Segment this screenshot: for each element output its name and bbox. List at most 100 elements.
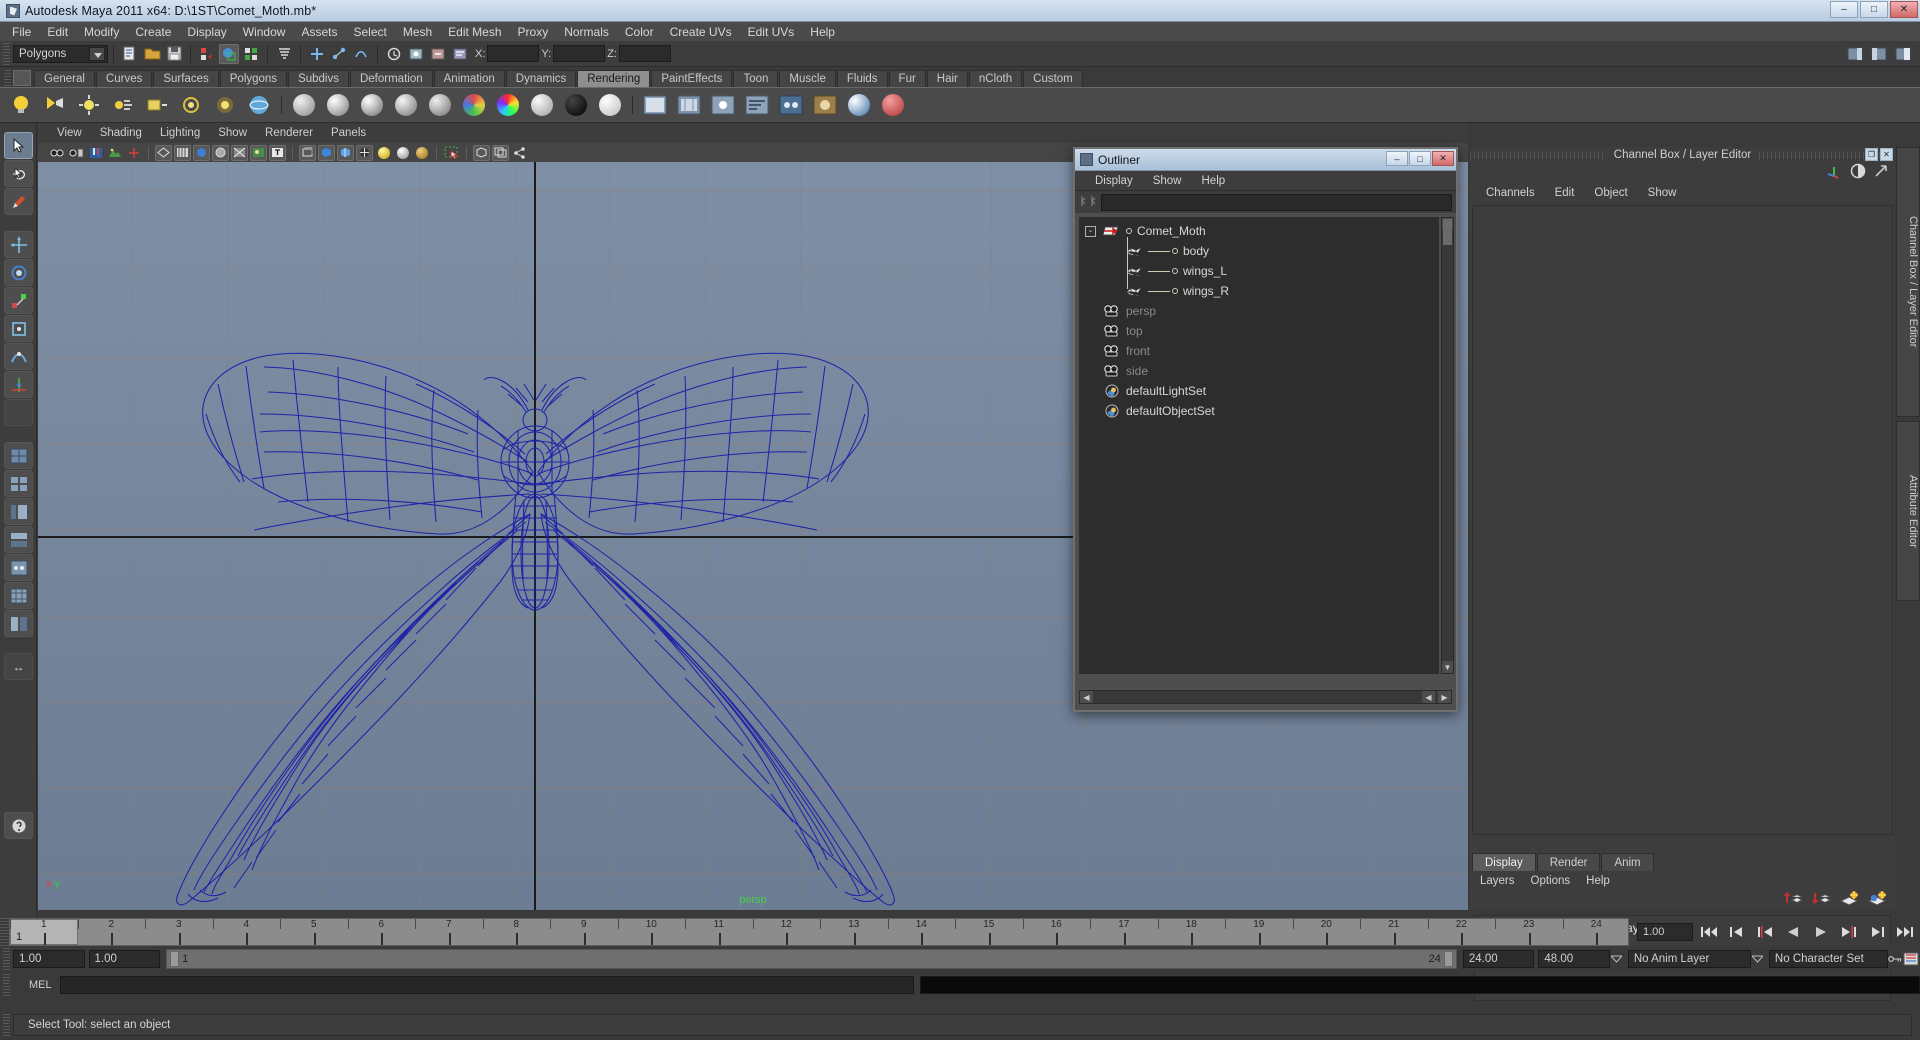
filter-icon[interactable] [1079, 194, 1101, 210]
surface-shader-icon[interactable] [527, 90, 557, 120]
outliner-window-controls[interactable]: – □ ✕ [1386, 151, 1454, 166]
range-left-handle[interactable] [170, 951, 180, 967]
channelbox-menu-object[interactable]: Object [1584, 187, 1637, 199]
expand-layout-button[interactable]: ↔ [4, 653, 33, 680]
area-light-icon[interactable] [142, 90, 172, 120]
current-time-field[interactable]: 1.00 [1637, 923, 1693, 941]
step-forward-keyframe-icon[interactable] [1865, 922, 1889, 942]
use-default-lighting-icon[interactable] [375, 145, 392, 161]
share-viewport-icon[interactable] [511, 145, 528, 161]
shelf-tab-bar[interactable]: General Curves Surfaces Polygons Subdivs Defo… [0, 67, 1920, 87]
menu-item-modify[interactable]: Modify [76, 24, 127, 40]
bookmark-icon[interactable] [87, 145, 104, 161]
viewport-menu-view[interactable]: View [48, 127, 91, 139]
new-scene-icon[interactable] [120, 44, 140, 64]
range-end-field[interactable]: 24.00 [1462, 950, 1535, 968]
rotate-tool-button[interactable] [4, 259, 33, 286]
outliner-item-side[interactable]: side [1079, 361, 1439, 381]
maximize-button[interactable]: □ [1860, 1, 1888, 18]
outliner-minimize-button[interactable]: – [1386, 151, 1408, 166]
lambert-material-icon[interactable] [289, 90, 319, 120]
shelf-tab-deformation[interactable]: Deformation [349, 70, 433, 87]
key-icon[interactable] [1888, 951, 1902, 967]
right-vertical-tabs[interactable]: Channel Box / Layer Editor Attribute Edi… [1896, 147, 1920, 627]
wireframe-shading-icon[interactable] [155, 144, 172, 161]
anim-layer-field[interactable]: No Anim Layer [1627, 950, 1752, 968]
layer-tab-display[interactable]: Display [1472, 853, 1536, 871]
step-back-keyframe-icon[interactable] [1725, 922, 1749, 942]
shelf-grip[interactable] [4, 70, 11, 86]
shelf-tab-fur[interactable]: Fur [888, 70, 926, 87]
render-globals-icon[interactable] [810, 90, 840, 120]
select-tool-button[interactable] [4, 132, 33, 159]
x-input[interactable] [487, 45, 540, 62]
viewport-menubar[interactable]: View Shading Lighting Show Renderer Panels [38, 123, 1468, 143]
outliner-titlebar[interactable]: Outliner – □ ✕ [1075, 149, 1456, 171]
vertical-tab-attribute-editor[interactable]: Attribute Editor [1896, 421, 1920, 601]
viewport-menu-show[interactable]: Show [209, 127, 256, 139]
layer-menu-help[interactable]: Help [1578, 875, 1618, 887]
shelf-tab-surfaces[interactable]: Surfaces [153, 70, 219, 87]
outliner-search-input[interactable] [1101, 193, 1452, 211]
minimize-button[interactable]: – [1830, 1, 1858, 18]
shelf-tab-subdivs[interactable]: Subdivs [288, 70, 349, 87]
channel-box-content[interactable] [1472, 205, 1893, 835]
panel-drag-dots-left[interactable] [1470, 151, 1606, 159]
shelf-tab-hair[interactable]: Hair [926, 70, 968, 87]
time-slider-row[interactable]: 1 1 2 3 4 5 6 7 8 9 10 11 12 13 14 15 16 17 18 19 20 21 22 23 2… [0, 918, 1920, 946]
play-backwards-icon[interactable] [1781, 922, 1805, 942]
menu-item-window[interactable]: Window [235, 24, 294, 40]
ipr-render-view-icon[interactable] [708, 90, 738, 120]
quick-layout-persp-uv[interactable] [4, 582, 33, 609]
smooth-shade-selected-icon[interactable] [193, 144, 210, 161]
open-scene-icon[interactable] [142, 44, 162, 64]
select-by-object-type-icon[interactable] [219, 43, 239, 64]
render-layer-icon[interactable] [878, 90, 908, 120]
time-slider-grip[interactable] [0, 918, 9, 946]
scroll-thumb[interactable] [1443, 219, 1452, 245]
menu-item-edit-uvs[interactable]: Edit UVs [740, 24, 803, 40]
transform-coordinate-fields[interactable]: X: Y: Z: [475, 45, 671, 62]
shaded-cube-icon[interactable] [318, 144, 335, 161]
blinn-material-icon[interactable] [323, 90, 353, 120]
shelf-tab-ncloth[interactable]: nCloth [968, 70, 1023, 87]
use-background-icon[interactable] [561, 90, 591, 120]
go-to-start-icon[interactable] [1697, 922, 1721, 942]
show-manipulator-tool-button[interactable] [4, 371, 33, 398]
range-start-field[interactable]: 1.00 [88, 950, 161, 968]
outliner-item-defaultlightset[interactable]: defaultLightSet [1079, 381, 1439, 401]
layer-menu-layers[interactable]: Layers [1472, 875, 1523, 887]
menu-item-color[interactable]: Color [617, 24, 662, 40]
last-tool-used-button[interactable] [4, 399, 33, 426]
outliner-item-body[interactable]: body [1079, 241, 1439, 261]
render-current-frame-icon[interactable] [406, 44, 426, 64]
new-layer-icon[interactable] [1839, 889, 1859, 912]
manipulator-axes-icon[interactable] [1826, 163, 1843, 184]
checker-sphere-icon[interactable] [356, 144, 373, 161]
quick-layout-four-view[interactable] [4, 470, 33, 497]
menu-item-assets[interactable]: Assets [293, 24, 345, 40]
anim-start-field[interactable]: 1.00 [13, 950, 85, 968]
paint-select-tool-button[interactable] [4, 188, 33, 215]
selection-mode-dropdown[interactable]: Polygons [13, 44, 108, 63]
outliner-menu-show[interactable]: Show [1143, 175, 1192, 187]
animation-preferences-icon[interactable] [1902, 951, 1920, 967]
render-view-icon[interactable] [640, 90, 670, 120]
anisotropic-material-icon[interactable] [425, 90, 455, 120]
command-line-row[interactable]: MEL [0, 972, 1920, 998]
play-forwards-icon[interactable] [1809, 922, 1833, 942]
window-controls[interactable]: – □ ✕ [1830, 1, 1918, 18]
y-input[interactable] [553, 45, 606, 62]
quick-layout-single-perspective[interactable] [4, 442, 33, 469]
layered-shader-icon[interactable] [459, 90, 489, 120]
menu-item-file[interactable]: File [4, 24, 39, 40]
shelf-tab-muscle[interactable]: Muscle [779, 70, 836, 87]
chevron-down-icon-charset[interactable] [1751, 951, 1765, 967]
scale-tool-button[interactable] [4, 287, 33, 314]
flat-shade-icon[interactable] [212, 144, 229, 161]
snap-to-curve-icon[interactable] [329, 44, 349, 64]
expander-icon[interactable]: - [1085, 225, 1096, 237]
go-to-end-icon[interactable] [1893, 922, 1917, 942]
show-hide-attribute-editor-icon[interactable] [1845, 44, 1865, 64]
shelf-tab-fluids[interactable]: Fluids [836, 70, 888, 87]
